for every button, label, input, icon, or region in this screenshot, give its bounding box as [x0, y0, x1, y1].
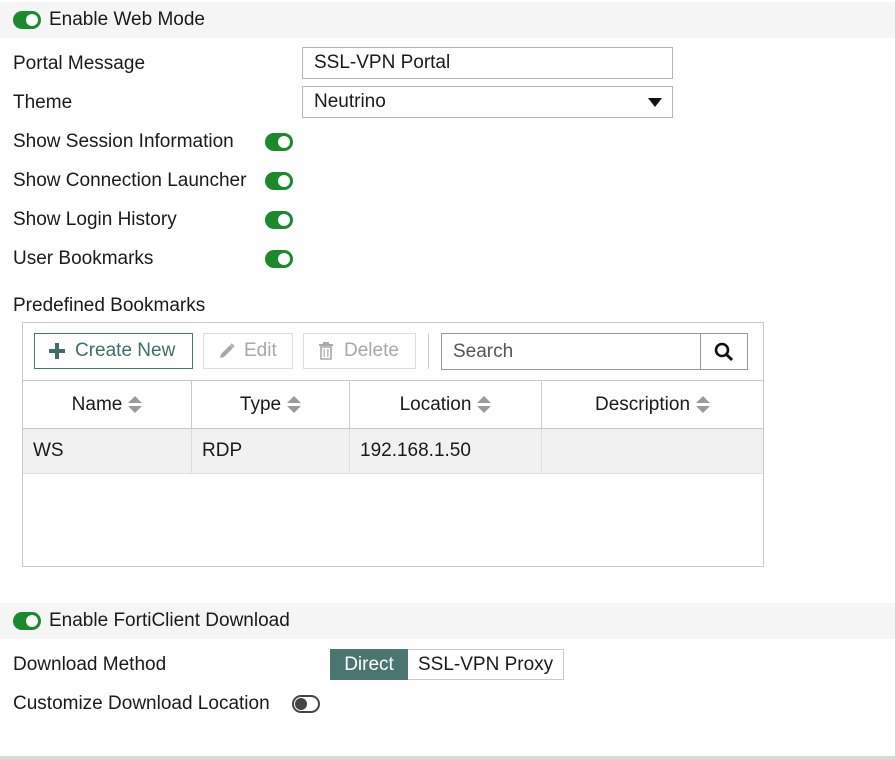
edit-label: Edit: [244, 340, 277, 361]
trash-icon: [319, 342, 333, 360]
theme-select[interactable]: Neutrino: [302, 86, 673, 118]
portal-message-value: SSL-VPN Portal: [314, 52, 451, 73]
column-header-type[interactable]: Type: [191, 381, 349, 428]
search-input[interactable]: [442, 334, 700, 369]
web-mode-label: Enable Web Mode: [49, 9, 205, 30]
user-bookmarks-toggle[interactable]: [265, 250, 293, 268]
theme-label: Theme: [13, 92, 73, 113]
sort-icon: [287, 395, 302, 414]
show-login-history-label: Show Login History: [13, 209, 177, 230]
column-header-name[interactable]: Name: [23, 381, 191, 428]
column-header-label: Location: [399, 393, 472, 415]
delete-button[interactable]: Delete: [303, 333, 416, 369]
column-header-label: Type: [239, 393, 282, 415]
bookmarks-table-panel: Create New Edit Delete Name Type: [22, 322, 764, 567]
user-bookmarks-label: User Bookmarks: [13, 248, 154, 269]
forticlient-section-header: Enable FortiClient Download: [0, 603, 895, 639]
sort-icon: [477, 395, 492, 414]
web-mode-section-header: Enable Web Mode: [0, 2, 895, 38]
dropdown-arrow-icon: [648, 98, 662, 107]
show-session-info-label: Show Session Information: [13, 131, 234, 152]
portal-message-input[interactable]: SSL-VPN Portal: [302, 47, 673, 79]
show-login-history-toggle[interactable]: [265, 211, 293, 229]
customize-download-location-label: Customize Download Location: [13, 693, 270, 714]
sort-icon: [128, 395, 143, 414]
create-new-label: Create New: [75, 340, 176, 361]
search-button[interactable]: [700, 334, 747, 369]
edit-button[interactable]: Edit: [203, 333, 293, 369]
download-method-selector: Direct SSL-VPN Proxy: [330, 649, 565, 680]
column-header-location[interactable]: Location: [349, 381, 541, 428]
column-header-description[interactable]: Description: [541, 381, 763, 428]
delete-label: Delete: [344, 340, 399, 361]
column-header-label: Description: [594, 393, 691, 415]
forticlient-download-toggle[interactable]: [13, 612, 41, 630]
download-method-ssl-vpn-proxy[interactable]: SSL-VPN Proxy: [408, 649, 565, 680]
plus-icon: [49, 343, 65, 359]
portal-message-label: Portal Message: [13, 53, 146, 74]
pencil-icon: [220, 343, 235, 358]
search-icon: [714, 342, 734, 361]
show-session-info-toggle[interactable]: [265, 133, 293, 151]
cell-description: [541, 429, 763, 473]
web-mode-toggle[interactable]: [13, 11, 41, 29]
forticlient-download-label: Enable FortiClient Download: [49, 610, 290, 631]
table-header: Name Type Location Description: [23, 380, 763, 429]
customize-download-location-toggle[interactable]: [292, 695, 320, 713]
theme-value: Neutrino: [314, 91, 386, 112]
show-connection-launcher-toggle[interactable]: [265, 172, 293, 190]
search-box: [441, 333, 748, 370]
column-header-label: Name: [71, 393, 123, 415]
cell-type: RDP: [191, 429, 349, 473]
table-row[interactable]: WS RDP 192.168.1.50: [23, 429, 763, 474]
create-new-button[interactable]: Create New: [34, 333, 193, 369]
predefined-bookmarks-title: Predefined Bookmarks: [13, 295, 206, 316]
sort-icon: [696, 395, 711, 414]
cell-name: WS: [33, 440, 64, 461]
toolbar-divider: [428, 333, 429, 369]
download-method-direct[interactable]: Direct: [330, 649, 408, 680]
download-method-label: Download Method: [13, 654, 167, 675]
show-connection-launcher-label: Show Connection Launcher: [13, 170, 247, 191]
cell-location: 192.168.1.50: [349, 429, 541, 473]
